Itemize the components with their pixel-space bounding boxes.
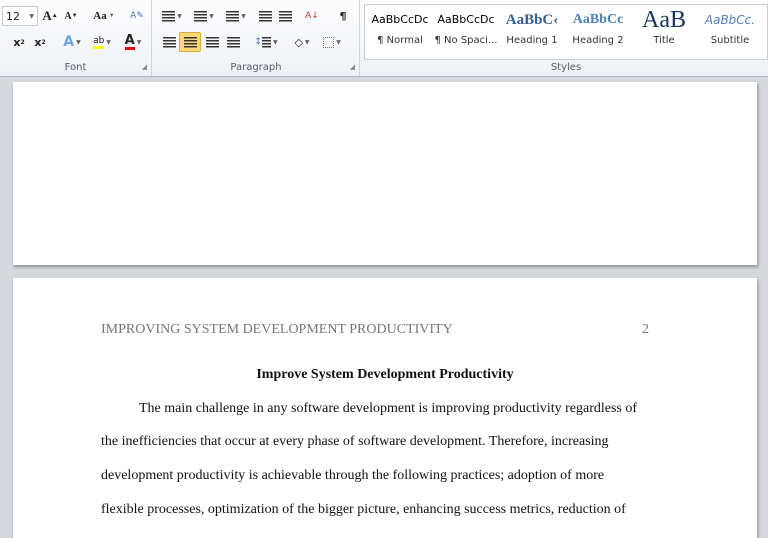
bullets-button[interactable]: ▼ xyxy=(159,6,185,26)
body-line: the inefficiencies that occur at every p… xyxy=(101,434,609,449)
show-formatting-button[interactable]: ¶ xyxy=(335,6,351,26)
font-size-select[interactable]: 12 ▼ xyxy=(2,6,38,26)
shading-button[interactable]: ◇ ▼ xyxy=(289,32,315,52)
grow-font-button[interactable]: A ▲ xyxy=(42,6,58,26)
line-spacing-button[interactable]: ↕ ▼ xyxy=(253,32,279,52)
shrink-font-button[interactable]: A ▼ xyxy=(63,6,79,26)
paragraph-group: ▼ ▼ ▼ A↓ ¶ ↕ ▼ ◇ ▼ ▼ Paragraph ◢ xyxy=(153,0,360,76)
page-1[interactable] xyxy=(13,82,757,265)
style-subtitle[interactable]: AaBbCc. Subtitle xyxy=(697,5,763,59)
font-color-button[interactable]: A ▼ xyxy=(120,32,146,52)
justify-button[interactable] xyxy=(223,32,243,52)
ribbon: 12 ▼ A ▲ A ▼ Aa ▼ A✎ x2 x2 A ▼ ab ▼ A ▼ Font ◢ … xyxy=(0,0,768,77)
style-heading-2[interactable]: AaBbCc Heading 2 xyxy=(565,5,631,59)
align-center-button[interactable] xyxy=(179,32,201,52)
style-heading-1[interactable]: AaBbC‹ Heading 1 xyxy=(499,5,565,59)
style-title[interactable]: AaB Title xyxy=(631,5,697,59)
document-title: Improve System Development Productivity xyxy=(256,367,514,382)
styles-group-label: Styles xyxy=(550,62,582,73)
font-color-icon: A xyxy=(124,33,135,50)
increase-indent-button[interactable] xyxy=(277,6,293,26)
font-group-label: Font xyxy=(64,62,87,73)
body-line: flexible processes, optimization of the … xyxy=(101,502,626,517)
clear-formatting-icon[interactable]: A✎ xyxy=(128,6,146,26)
numbering-button[interactable]: ▼ xyxy=(191,6,217,26)
style-no-spacing[interactable]: AaBbCcDc ¶ No Spaci... xyxy=(433,5,499,59)
page-number: 2 xyxy=(642,322,649,337)
paragraph-group-label: Paragraph xyxy=(230,62,282,73)
highlight-icon: ab xyxy=(93,36,105,49)
body-line: The main challenge in any software devel… xyxy=(139,401,638,416)
style-normal[interactable]: AaBbCcDc ¶ Normal xyxy=(367,5,433,59)
subscript-button[interactable]: x2 xyxy=(10,32,28,52)
font-group: 12 ▼ A ▲ A ▼ Aa ▼ A✎ x2 x2 A ▼ ab ▼ A ▼ Font ◢ xyxy=(0,0,152,76)
multilevel-list-button[interactable]: ▼ xyxy=(223,6,249,26)
borders-button[interactable]: ▼ xyxy=(319,32,345,52)
paint-bucket-icon: ◇ xyxy=(294,35,303,49)
font-dialog-launcher-icon[interactable]: ◢ xyxy=(142,63,147,71)
styles-gallery: AaBbCcDc ¶ Normal AaBbCcDc ¶ No Spaci... A… xyxy=(364,4,768,60)
paragraph-dialog-launcher-icon[interactable]: ◢ xyxy=(350,63,355,71)
page-2[interactable]: IMPROVING SYSTEM DEVELOPMENT PRODUCTIVIT… xyxy=(13,278,757,538)
text-effects-button[interactable]: A ▼ xyxy=(60,32,84,52)
border-icon xyxy=(323,36,335,48)
body-line: development productivity is achievable t… xyxy=(101,468,605,483)
highlight-button[interactable]: ab ▼ xyxy=(88,32,116,52)
decrease-indent-button[interactable] xyxy=(257,6,273,26)
sort-button[interactable]: A↓ xyxy=(303,6,321,26)
align-left-button[interactable] xyxy=(159,32,179,52)
align-right-button[interactable] xyxy=(202,32,222,52)
running-header: IMPROVING SYSTEM DEVELOPMENT PRODUCTIVIT… xyxy=(101,322,453,337)
superscript-button[interactable]: x2 xyxy=(32,32,48,52)
change-case-button[interactable]: Aa ▼ xyxy=(90,6,118,26)
